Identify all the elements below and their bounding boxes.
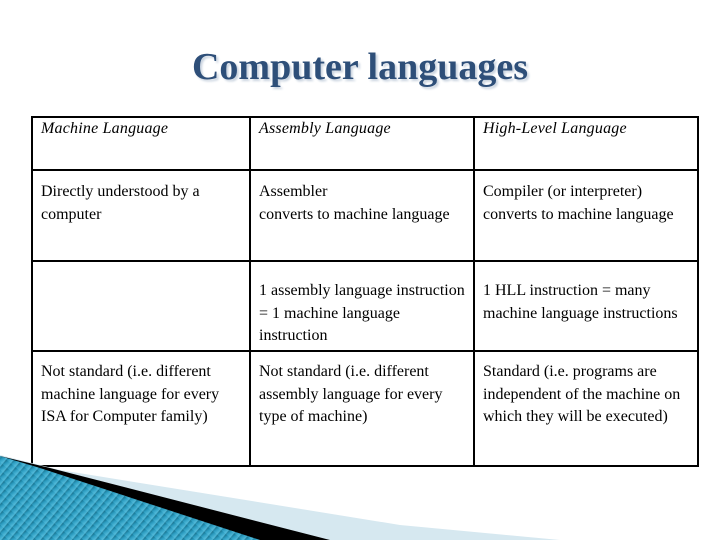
cell-machine: Directly understood by a computer: [31, 169, 251, 262]
cell-assembly: Assembler converts to machine language: [249, 169, 475, 262]
cell-assembly: 1 assembly language instruction = 1 mach…: [249, 260, 475, 352]
cell-high-level: Standard (i.e. programs are independent …: [473, 350, 699, 467]
black-band-shape: [0, 456, 330, 540]
teal-band-shape: [0, 456, 260, 540]
assembler-rest: converts to machine language: [259, 205, 450, 223]
light-band-shape: [0, 455, 560, 540]
cell-high-level: Compiler (or interpreter) converts to ma…: [473, 169, 699, 262]
slide-title: Computer languages: [191, 46, 529, 88]
header-high-level-language: High-Level Language: [473, 116, 699, 171]
table-row: Not standard (i.e. different machine lan…: [31, 350, 699, 467]
table-header-row: Machine Language Assembly Language High-…: [31, 116, 699, 171]
header-assembly-language: Assembly Language: [249, 116, 475, 171]
header-machine-language: Machine Language: [31, 116, 251, 171]
cell-high-level: 1 HLL instruction = many machine languag…: [473, 260, 699, 352]
cell-machine-empty: [31, 260, 251, 352]
table-row: Directly understood by a computer Assemb…: [31, 169, 699, 262]
assembler-line: Assembler: [259, 183, 328, 200]
cell-assembly: Not standard (i.e. different assembly la…: [249, 350, 475, 467]
table-row: 1 assembly language instruction = 1 mach…: [31, 260, 699, 352]
cell-machine: Not standard (i.e. different machine lan…: [31, 350, 251, 467]
comparison-table: Machine Language Assembly Language High-…: [31, 116, 699, 467]
